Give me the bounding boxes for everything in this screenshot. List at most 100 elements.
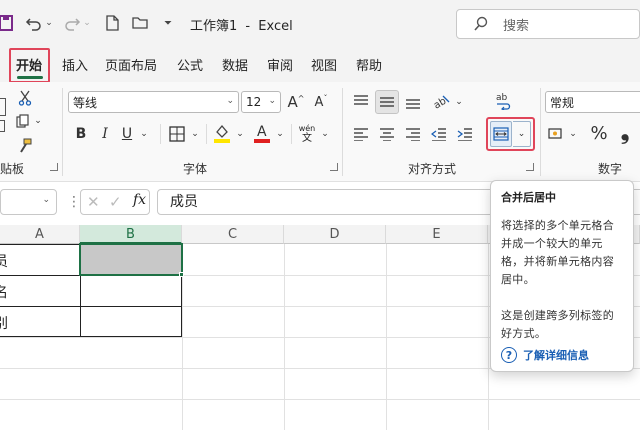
chevron-down-icon: ⌄: [226, 96, 234, 106]
search-box[interactable]: 搜索: [456, 9, 640, 39]
phonetic-sub-label: 文: [302, 133, 312, 144]
tab-help[interactable]: 帮助: [356, 55, 382, 74]
learn-more-link[interactable]: ? 了解详细信息: [501, 347, 589, 363]
svg-text:A: A: [257, 124, 267, 140]
copy-icon[interactable]: ⌄: [12, 112, 46, 130]
accounting-dropdown-icon[interactable]: ⌄: [568, 124, 578, 144]
new-file-icon[interactable]: [103, 10, 121, 36]
fill-handle[interactable]: [179, 272, 184, 277]
tab-page-layout[interactable]: 页面布局: [105, 55, 157, 74]
phonetic-dropdown-icon[interactable]: ⌄: [319, 124, 331, 144]
grid-line: [386, 244, 387, 430]
redo-dropdown-icon[interactable]: ⌄: [83, 18, 91, 28]
cancel-entry-icon[interactable]: ✕: [87, 193, 100, 211]
title-separator: -: [245, 19, 251, 34]
undo-dropdown-icon[interactable]: ⌄: [45, 18, 53, 28]
column-header-d[interactable]: D: [284, 225, 386, 244]
percent-style-button[interactable]: %: [588, 122, 610, 144]
tooltip-description: 将选择的多个单元格合并成一个较大的单元格，并将新单元格内容居中。: [501, 219, 614, 286]
orientation-icon[interactable]: ab: [430, 92, 452, 112]
italic-button[interactable]: I: [96, 124, 114, 144]
accounting-format-icon[interactable]: [547, 124, 567, 144]
name-box-dropdown-icon[interactable]: ⌄: [42, 195, 50, 205]
align-right-icon[interactable]: [402, 124, 424, 144]
grid-line: [284, 244, 285, 430]
borders-icon[interactable]: [167, 124, 187, 144]
clipboard-dialog-launcher[interactable]: [50, 163, 58, 171]
align-center-icon[interactable]: [376, 124, 398, 144]
column-header-a[interactable]: A: [0, 225, 80, 244]
copy-dropdown-icon[interactable]: ⌄: [34, 116, 42, 126]
merge-center-tooltip: 合并后居中 将选择的多个单元格合并成一个较大的单元格，并将新单元格内容居中。 这…: [490, 180, 634, 372]
column-header-e[interactable]: E: [386, 225, 488, 244]
help-icon: ?: [501, 347, 517, 363]
fill-color-dropdown-icon[interactable]: ⌄: [234, 124, 246, 144]
number-format-dropdown[interactable]: 常规: [545, 91, 640, 113]
search-placeholder: 搜索: [503, 18, 530, 34]
confirm-entry-icon[interactable]: ✓: [109, 193, 122, 211]
borders-dropdown-icon[interactable]: ⌄: [189, 124, 201, 144]
active-tab-underline: [17, 76, 43, 79]
name-box[interactable]: ⌄: [0, 189, 57, 215]
customize-toolbar-icon[interactable]: ⏷: [160, 10, 176, 36]
phonetic-guide-button[interactable]: wén 文: [297, 124, 317, 146]
align-bottom-icon[interactable]: [402, 92, 424, 112]
merge-and-center-icon[interactable]: [490, 121, 512, 147]
underline-button[interactable]: U: [118, 124, 136, 144]
save-icon[interactable]: [0, 10, 14, 36]
increase-font-size-icon[interactable]: A ^: [286, 91, 306, 113]
format-painter-icon[interactable]: [15, 136, 35, 156]
orientation-dropdown-icon[interactable]: ⌄: [453, 92, 465, 112]
wrap-text-icon[interactable]: ab: [492, 90, 514, 112]
font-dialog-launcher[interactable]: [330, 163, 338, 171]
tab-data[interactable]: 数据: [222, 55, 248, 74]
bold-button[interactable]: B: [72, 124, 90, 144]
font-size-value: 12: [246, 95, 262, 109]
increase-indent-icon[interactable]: [454, 124, 476, 144]
insert-function-button[interactable]: fx: [133, 192, 146, 208]
cell-a3[interactable]: 别: [0, 313, 8, 333]
learn-more-label: 了解详细信息: [523, 349, 589, 362]
selection-border: [79, 243, 183, 276]
redo-button[interactable]: ⌄: [62, 10, 92, 36]
decrease-indent-icon[interactable]: [428, 124, 450, 144]
fill-color-icon[interactable]: [212, 122, 232, 144]
chevron-down-icon: ⌄: [268, 96, 276, 106]
window-title: 工作簿1 - Excel: [190, 15, 293, 34]
open-folder-icon[interactable]: [131, 10, 151, 36]
cell-a1[interactable]: 员: [0, 251, 8, 271]
font-name-dropdown[interactable]: 等线 ⌄: [68, 91, 239, 113]
tab-insert[interactable]: 插入: [62, 55, 88, 74]
ribbon-divider: [342, 88, 343, 176]
group-label-number: 数字: [598, 162, 623, 176]
paste-icon[interactable]: [0, 98, 6, 116]
cell-a2[interactable]: 名: [0, 282, 8, 302]
underline-dropdown-icon[interactable]: ⌄: [137, 124, 151, 144]
cut-icon[interactable]: [15, 88, 35, 108]
font-size-dropdown[interactable]: 12 ⌄: [241, 91, 281, 113]
alignment-dialog-launcher[interactable]: [526, 163, 534, 171]
merge-dropdown-icon[interactable]: ⌄: [513, 121, 531, 147]
grid-line: [488, 244, 489, 430]
undo-button[interactable]: ⌄: [24, 10, 54, 36]
ribbon-divider: [540, 88, 541, 176]
column-header-c[interactable]: C: [182, 225, 284, 244]
decrease-font-size-icon[interactable]: Aˇ: [311, 91, 331, 113]
ribbon-divider: [206, 124, 207, 144]
svg-text:ab: ab: [496, 93, 508, 103]
paste-dropdown-icon[interactable]: [0, 120, 5, 132]
font-color-icon[interactable]: A: [252, 122, 272, 144]
align-left-icon[interactable]: [350, 124, 372, 144]
font-color-dropdown-icon[interactable]: ⌄: [274, 124, 286, 144]
comma-style-button[interactable]: ❟: [617, 120, 633, 145]
search-icon: [474, 16, 488, 31]
formula-bar-grip-icon[interactable]: ⋮: [67, 193, 81, 211]
tab-view[interactable]: 视图: [311, 55, 337, 74]
tab-review[interactable]: 审阅: [267, 55, 293, 74]
align-middle-icon[interactable]: [375, 90, 399, 114]
align-top-icon[interactable]: [350, 92, 372, 112]
column-header-b[interactable]: B: [80, 225, 182, 244]
app-name: Excel: [258, 19, 293, 34]
tab-formulas[interactable]: 公式: [177, 55, 203, 74]
tab-home[interactable]: 开始: [16, 55, 42, 74]
